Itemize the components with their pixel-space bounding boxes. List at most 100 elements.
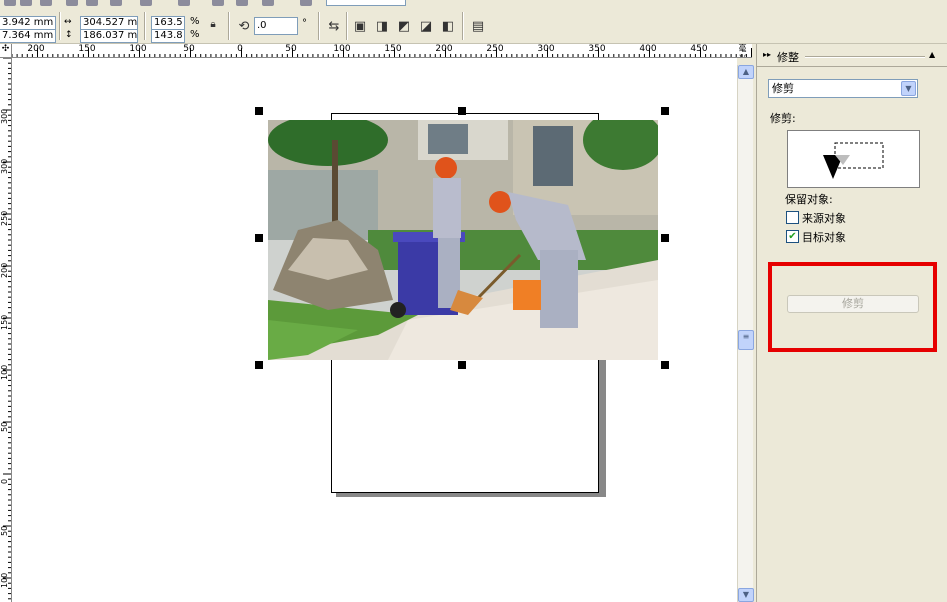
rotate-icon: ⟲ [238,18,250,34]
docker-collapse-icon[interactable]: ▲ [929,50,935,59]
divider [757,66,947,67]
toolbar-icon[interactable] [178,0,190,6]
ruler-origin[interactable]: ✣ [0,44,12,58]
selection-handle-tl[interactable] [255,107,263,115]
collapse-arrows-icon[interactable]: ▸▸ [763,50,771,59]
docker-title-bar[interactable]: ▸▸ 修整 ▲ [757,48,947,64]
simplify-icon[interactable]: ◪ [416,16,436,36]
selection-handle-br[interactable] [661,361,669,369]
section-label: 修剪: [770,112,796,125]
mirror-icon[interactable]: ⇆ [324,16,344,36]
shaping-mode-select[interactable]: 修剪 ▼ [768,79,918,98]
trim-icon[interactable]: ◨ [372,16,392,36]
trim-apply-button[interactable]: 修剪 [787,295,919,313]
scroll-thumb[interactable]: ≡ [738,330,754,350]
workers-photo-icon [268,120,658,360]
intersect-icon[interactable]: ◩ [394,16,414,36]
height-field[interactable]: 186.037 mr [80,29,138,43]
toolbar-icon[interactable] [4,0,16,6]
ruler-label: 150 [384,44,402,54]
degree-label: ° [302,18,307,29]
zoom-field[interactable] [326,0,406,6]
shaping-docker: ▸▸ 修整 ▲ 修剪 ▼ 修剪: 保留对象: 来源对象 ✔ 目标对象 修剪 [756,44,947,602]
ruler-label: 50 [0,525,9,536]
ruler-label: 50 [183,44,195,54]
scale-y-field[interactable]: 143.8 [151,29,185,43]
ruler-label: 300 [0,158,9,174]
keep-objects-label: 保留对象: [785,193,833,206]
toolbar-icon[interactable] [300,0,312,6]
ruler-label: 300 [0,108,9,124]
ruler-label: 450 [690,44,708,54]
ruler-label: 50 [285,44,297,54]
toolbar-icon[interactable] [66,0,78,6]
toolbar-icon[interactable] [212,0,224,6]
ruler-label: 0 [0,478,9,484]
selection-handle-mr[interactable] [661,234,669,242]
selection-handle-bc[interactable] [458,361,466,369]
toolbar-icon[interactable] [140,0,152,6]
ruler-label: 150 [78,44,96,54]
weld-icon[interactable]: ▣ [350,16,370,36]
position-x-field[interactable]: 3.942 mm [0,16,56,30]
toolbar-icon[interactable] [262,0,274,6]
trim-preview-icon [823,142,884,179]
ruler-label: 200 [435,44,453,54]
scale-x-field[interactable]: 163.5 [151,16,185,30]
ruler-label: 100 [0,364,9,380]
vertical-scrollbar[interactable]: ▲ ≡ ▼ [737,65,754,602]
ruler-label: 350 [588,44,606,54]
width-field[interactable]: 304.527 mr [80,16,138,30]
separator [144,12,146,40]
ruler-label: 100 [0,572,9,588]
vertical-ruler[interactable]: 300 300 250 200 150 100 50 0 50 100 [0,58,12,602]
width-icon: ↔ [64,17,72,27]
title-divider [805,56,925,58]
target-object-label: 目标对象 [802,231,846,244]
scroll-up-icon[interactable]: ▲ [738,65,754,79]
docker-title: 修整 [777,51,799,64]
toolbar-icon[interactable] [86,0,98,6]
ruler-label: 0 [237,44,243,54]
lock-ratio-icon[interactable]: 🔒︎ [203,14,223,34]
ruler-label: 250 [486,44,504,54]
properties-icon[interactable]: ▤ [468,16,488,36]
trim-preview [787,130,920,188]
separator [462,12,464,40]
ruler-ticks [3,58,11,600]
selection-handle-bl[interactable] [255,361,263,369]
toolbar-icon[interactable] [40,0,52,6]
shaping-mode-value: 修剪 [772,82,794,95]
ruler-label: 250 [0,210,9,226]
ruler-label: 200 [0,262,9,278]
toolbar-icon[interactable] [20,0,32,6]
ruler-label: 150 [0,314,9,330]
ruler-unit-label: 毫米 [738,44,747,57]
ruler-label: 100 [333,44,351,54]
selection-handle-ml[interactable] [255,234,263,242]
rotation-field[interactable]: .0 [254,17,298,35]
separator [346,12,348,40]
photo-image[interactable] [268,120,658,360]
selection-handle-tc[interactable] [458,107,466,115]
toolbar-icon[interactable] [110,0,122,6]
position-y-field[interactable]: 7.364 mm [0,29,56,43]
separator [318,12,320,40]
separator [59,12,61,40]
standard-toolbar [0,0,947,8]
toolbar-icon[interactable] [236,0,248,6]
percent-label: % [190,16,200,27]
chevron-down-icon[interactable]: ▼ [901,81,916,96]
ruler-label: 100 [129,44,147,54]
horizontal-ruler[interactable]: 200 150 100 50 0 50 100 150 200 250 300 … [12,44,752,58]
property-bar: 3.942 mm 7.364 mm ↔ ↕ 304.527 mr 186.037… [0,8,947,44]
ruler-label: 200 [27,44,45,54]
source-object-checkbox[interactable] [786,211,799,224]
selection-handle-tr[interactable] [661,107,669,115]
ruler-label: 400 [639,44,657,54]
front-minus-back-icon[interactable]: ◧ [438,16,458,36]
target-object-checkbox[interactable]: ✔ [786,230,799,243]
drawing-canvas[interactable] [12,58,737,602]
percent-label: % [190,29,200,40]
scroll-down-icon[interactable]: ▼ [738,588,754,602]
